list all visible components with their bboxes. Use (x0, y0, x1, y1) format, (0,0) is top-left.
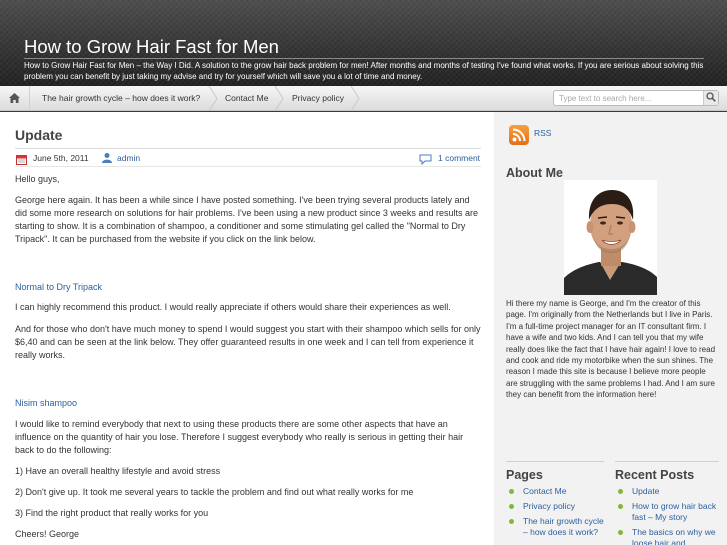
search-input[interactable]: Type text to search here... (553, 90, 719, 106)
recent-posts-heading: Recent Posts (615, 468, 695, 482)
rss-icon[interactable] (509, 125, 529, 145)
nav-item-contact-me[interactable]: Contact Me (225, 86, 268, 111)
author-avatar (564, 180, 657, 295)
pages-list-item[interactable]: Contact Me (506, 486, 606, 497)
sidebar-divider (506, 461, 604, 462)
bullet-icon (618, 489, 623, 494)
site-title[interactable]: How to Grow Hair Fast for Men (24, 36, 279, 58)
recent-post-item[interactable]: The basics on why we loose hair and (615, 527, 721, 545)
home-icon (9, 90, 20, 108)
post-paragraph: I would like to remind everybody that ne… (15, 419, 464, 455)
recent-post-item[interactable]: Update (615, 486, 721, 497)
post-author-link[interactable]: admin (117, 153, 140, 163)
bullet-icon (509, 504, 514, 509)
pages-heading: Pages (506, 468, 543, 482)
post-paragraph: I can highly recommend this product. I w… (15, 302, 451, 312)
product-link-tripack[interactable]: Normal to Dry Tripack (15, 281, 481, 294)
bullet-icon (618, 504, 623, 509)
product-link-shampoo[interactable]: Nisim shampoo (15, 397, 481, 410)
bullet-icon (618, 530, 623, 535)
post-title[interactable]: Update (15, 127, 62, 143)
pages-list-item[interactable]: Privacy policy (506, 501, 606, 512)
post-date: June 5th, 2011 (33, 153, 89, 163)
post-comments-link[interactable]: 1 comment (438, 153, 480, 163)
calendar-icon (16, 152, 27, 170)
site-description: How to Grow Hair Fast for Men – the Way … (24, 61, 704, 81)
about-me-text: Hi there my name is George, and I'm the … (506, 299, 716, 400)
post-list-item: 2) Don't give up. It took me several yea… (15, 487, 414, 497)
post-list-item: 1) Have an overall healthy lifestyle and… (15, 466, 221, 476)
post-paragraph: George here again. It has been a while s… (15, 195, 478, 244)
bullet-icon (509, 519, 514, 524)
nav-item-privacy-policy[interactable]: Privacy policy (292, 86, 344, 111)
header-divider (24, 58, 704, 59)
about-me-heading: About Me (506, 166, 563, 180)
sidebar-divider (615, 461, 719, 462)
post-list-item: 3) Find the right product that really wo… (15, 508, 209, 518)
nav-separator (274, 86, 284, 111)
rss-link[interactable]: RSS (534, 128, 551, 138)
search-button[interactable] (703, 91, 718, 105)
post-meta-divider (15, 148, 481, 149)
nav-home-button[interactable] (0, 86, 30, 111)
nav-item-hair-growth-cycle[interactable]: The hair growth cycle – how does it work… (42, 86, 200, 111)
comment-icon (419, 152, 432, 170)
recent-post-item[interactable]: How to grow hair back fast – My story (615, 501, 721, 523)
pages-list: Contact Me Privacy policy The hair growt… (506, 486, 606, 542)
post-paragraph: And for those who don't have much money … (15, 324, 481, 360)
search-icon (706, 89, 716, 107)
pages-list-item[interactable]: The hair growth cycle – how does it work… (506, 516, 606, 538)
post-signoff: Cheers! George (15, 529, 80, 539)
nav-separator (208, 86, 218, 111)
bullet-icon (509, 489, 514, 494)
post-paragraph: Hello guys, (15, 174, 60, 184)
recent-posts-list: Update How to grow hair back fast – My s… (615, 486, 721, 545)
nav-separator (350, 86, 360, 111)
post-meta-divider-bottom (15, 166, 481, 167)
